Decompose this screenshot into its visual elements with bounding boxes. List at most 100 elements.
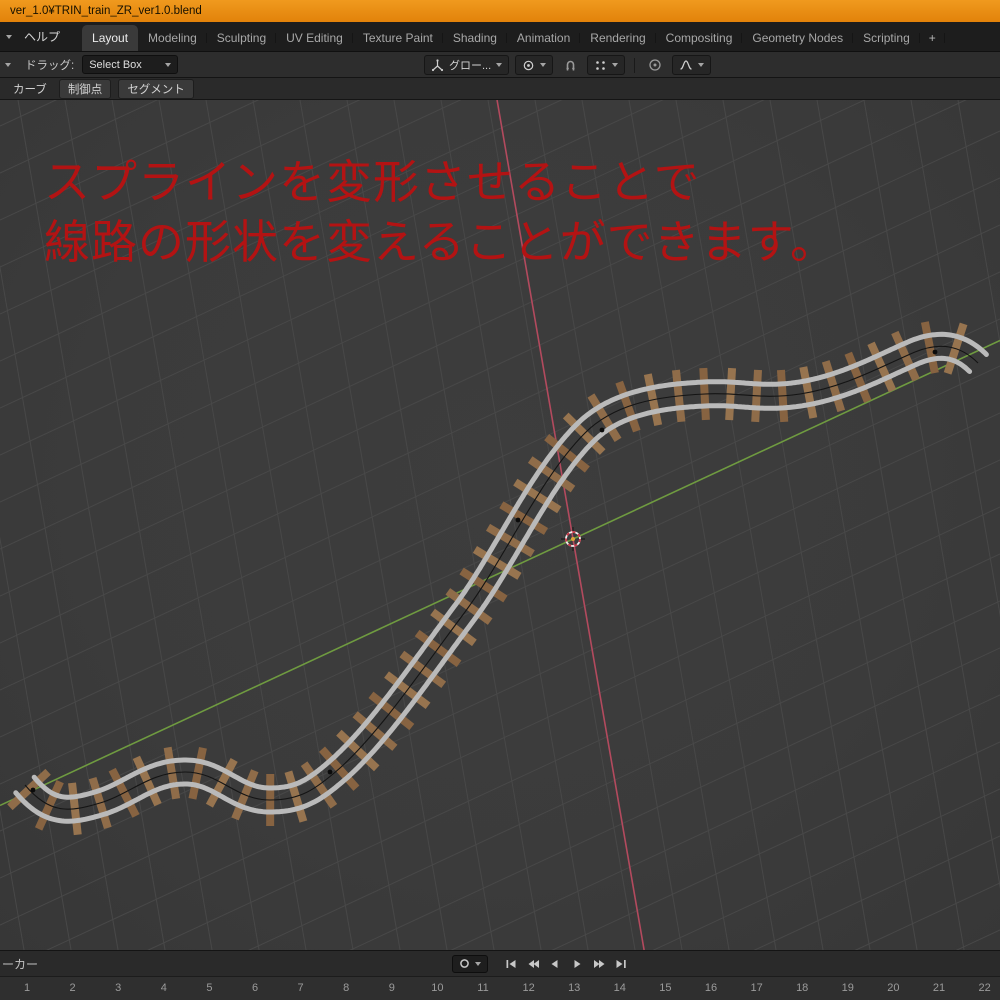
curve-control-point[interactable]: [516, 518, 521, 523]
proportional-editing-icon: [648, 58, 662, 72]
play-reverse-button[interactable]: [545, 955, 565, 973]
tool-dropdown-chevron-icon[interactable]: [5, 63, 11, 67]
timeline-header: ーカー: [0, 950, 1000, 976]
frame-number[interactable]: 20: [887, 982, 899, 994]
orientation-value: グロー...: [449, 57, 491, 73]
proportional-falloff-dropdown[interactable]: [672, 55, 711, 75]
frame-number[interactable]: 10: [431, 982, 443, 994]
workspace-tab-animation[interactable]: Animation: [507, 25, 580, 51]
frame-number[interactable]: 3: [115, 982, 121, 994]
frame-number[interactable]: 5: [206, 982, 212, 994]
transform-orientation-icon: [431, 59, 444, 72]
railway-track[interactable]: [7, 321, 986, 835]
window-titlebar[interactable]: ver_1.0¥TRIN_train_ZR_ver1.0.blend: [0, 0, 1000, 22]
frame-number[interactable]: 8: [343, 982, 349, 994]
tool-settings-bar: ドラッグ: Select Box グロー...: [0, 52, 1000, 78]
workspace-tab-texture-paint[interactable]: Texture Paint: [353, 25, 443, 51]
frame-number[interactable]: 15: [659, 982, 671, 994]
chevron-down-icon: [165, 63, 171, 67]
transform-orientation-dropdown[interactable]: グロー...: [424, 55, 509, 75]
workspace-tab-rendering[interactable]: Rendering: [580, 25, 655, 51]
drag-label: ドラッグ:: [25, 57, 74, 73]
viewport-3d[interactable]: スプラインを変形させることで 線路の形状を変えることができます。: [0, 100, 1000, 950]
frame-number[interactable]: 9: [389, 982, 395, 994]
blender-window: ver_1.0¥TRIN_train_ZR_ver1.0.blend ヘルプ L…: [0, 0, 1000, 1000]
viewport-header: カーブ制御点セグメント: [0, 78, 1000, 100]
jump-to-start-button[interactable]: [501, 955, 521, 973]
chevron-down-icon: [612, 63, 618, 67]
select-mode-value: Select Box: [89, 59, 142, 71]
frame-number[interactable]: 16: [705, 982, 717, 994]
curve-control-point[interactable]: [31, 788, 36, 793]
jump-to-end-icon: [614, 958, 628, 970]
marker-menu[interactable]: ーカー: [2, 955, 38, 972]
frame-number[interactable]: 12: [522, 982, 534, 994]
previous-keyframe-button[interactable]: [523, 955, 543, 973]
frame-number[interactable]: 6: [252, 982, 258, 994]
frame-number[interactable]: 1: [24, 982, 30, 994]
workspace-tab-add-workspace[interactable]: +: [920, 25, 945, 51]
viewport-menu-control-points[interactable]: 制御点: [59, 79, 112, 99]
play-reverse-icon: [548, 958, 562, 970]
play-button[interactable]: [567, 955, 587, 973]
jump-to-end-button[interactable]: [611, 955, 631, 973]
workspace-tab-compositing[interactable]: Compositing: [656, 25, 743, 51]
workspace-tab-layout[interactable]: Layout: [82, 25, 138, 51]
frame-number[interactable]: 18: [796, 982, 808, 994]
topbar: ヘルプ LayoutModelingSculptingUV EditingTex…: [0, 22, 1000, 52]
snap-target-dropdown[interactable]: [587, 55, 625, 75]
topbar-menus: ヘルプ: [0, 22, 82, 51]
proportional-falloff-icon: [679, 59, 693, 71]
cursor-3d[interactable]: [561, 527, 585, 551]
next-keyframe-button[interactable]: [589, 955, 609, 973]
chevron-down-icon: [496, 63, 502, 67]
previous-keyframe-icon: [526, 958, 540, 970]
next-keyframe-icon: [592, 958, 606, 970]
jump-to-start-icon: [504, 958, 518, 970]
window-title: ver_1.0¥TRIN_train_ZR_ver1.0.blend: [10, 5, 202, 17]
frame-number[interactable]: 22: [978, 982, 990, 994]
transport-buttons: [501, 955, 631, 973]
frame-number[interactable]: 21: [933, 982, 945, 994]
workspace-tab-geometry-nodes[interactable]: Geometry Nodes: [742, 25, 853, 51]
chevron-down-icon: [698, 63, 704, 67]
workspace-tab-shading[interactable]: Shading: [443, 25, 507, 51]
curve-control-point[interactable]: [600, 428, 605, 433]
viewport-menu-curve[interactable]: カーブ: [8, 79, 52, 99]
frame-number[interactable]: 14: [614, 982, 626, 994]
snap-target-icon: [594, 59, 607, 72]
viewport-grid: [0, 100, 1000, 950]
timeline-ruler[interactable]: 12345678910111213141516171819202122: [0, 976, 1000, 1000]
frame-number[interactable]: 4: [161, 982, 167, 994]
viewport-menu-segments[interactable]: セグメント: [118, 79, 194, 99]
menu-help[interactable]: ヘルプ: [18, 26, 66, 47]
workspace-tab-scripting[interactable]: Scripting: [853, 25, 920, 51]
workspace-tab-uv-editing[interactable]: UV Editing: [276, 25, 353, 51]
chevron-down-icon: [540, 63, 546, 67]
workspace-tabs: LayoutModelingSculptingUV EditingTexture…: [82, 22, 945, 51]
frame-number[interactable]: 7: [298, 982, 304, 994]
frame-number[interactable]: 11: [477, 982, 488, 994]
proportional-editing-toggle[interactable]: [644, 55, 666, 75]
workspace-tab-modeling[interactable]: Modeling: [138, 25, 207, 51]
chevron-down-icon: [475, 962, 481, 966]
pivot-point-dropdown[interactable]: [515, 55, 553, 75]
chevron-down-icon: [6, 35, 12, 39]
snap-magnet-icon: [564, 59, 577, 72]
pivot-point-icon: [522, 59, 535, 72]
play-icon: [570, 958, 584, 970]
select-mode-dropdown[interactable]: Select Box: [82, 55, 178, 74]
frame-number[interactable]: 13: [568, 982, 580, 994]
playback-controls: [452, 955, 631, 973]
viewport-tool-options: グロー...: [424, 52, 711, 78]
curve-control-point[interactable]: [933, 350, 938, 355]
frame-number[interactable]: 19: [842, 982, 854, 994]
workspace-tab-sculpting[interactable]: Sculpting: [207, 25, 276, 51]
record-circle-icon: [459, 958, 470, 969]
frame-number[interactable]: 17: [750, 982, 762, 994]
curve-control-point[interactable]: [328, 770, 333, 775]
snap-toggle-button[interactable]: [559, 55, 581, 75]
viewport-canvas[interactable]: [0, 100, 1000, 950]
auto-keying-dropdown[interactable]: [452, 955, 488, 973]
frame-number[interactable]: 2: [70, 982, 76, 994]
